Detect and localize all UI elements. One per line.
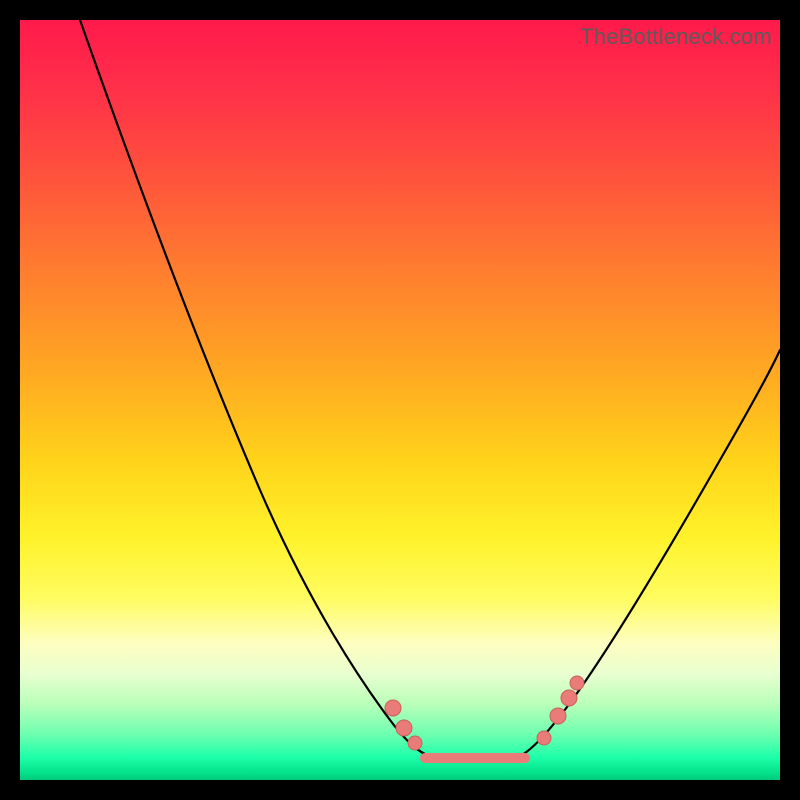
bottleneck-curve-svg bbox=[20, 20, 780, 780]
marker-dot bbox=[550, 708, 566, 724]
curve-right-branch bbox=[520, 350, 780, 756]
marker-dot bbox=[408, 736, 422, 750]
plot-area: TheBottleneck.com bbox=[20, 20, 780, 780]
curve-left-branch bbox=[80, 20, 430, 756]
marker-dot bbox=[537, 731, 551, 745]
marker-dots bbox=[385, 676, 584, 750]
marker-dot bbox=[385, 700, 401, 716]
marker-dot bbox=[570, 676, 584, 690]
marker-dot bbox=[561, 690, 577, 706]
marker-dot bbox=[396, 720, 412, 736]
